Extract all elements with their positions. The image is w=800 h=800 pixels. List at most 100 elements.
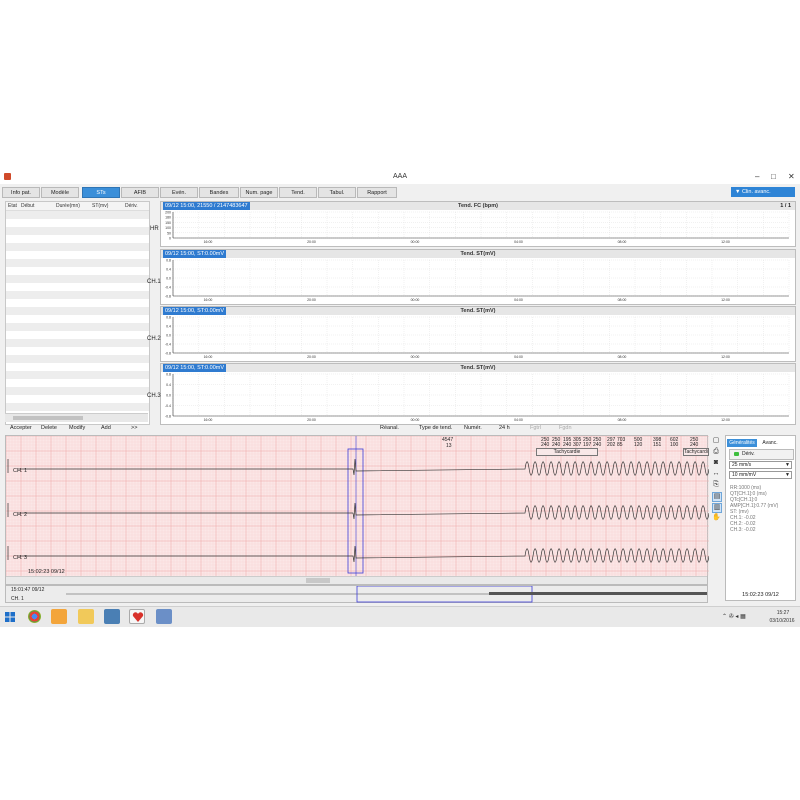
accept-button[interactable]: Accepter [10, 425, 32, 431]
add-button[interactable]: Add [101, 425, 111, 431]
trend-title: Tend. ST(mV) [460, 308, 496, 314]
maximize-button[interactable]: □ [771, 172, 776, 181]
clock-date[interactable]: 03/10/2016 [766, 618, 798, 624]
tab-generalites[interactable]: Généralités [727, 439, 757, 447]
close-button[interactable]: ✕ [788, 172, 795, 181]
trend-type-button[interactable]: Type de tend. [419, 425, 452, 431]
table-row[interactable] [6, 307, 149, 315]
table-row[interactable] [6, 243, 149, 251]
deriv-dot-icon [734, 452, 739, 456]
y-tick-label: 0.0 [166, 394, 171, 398]
table-row[interactable] [6, 251, 149, 259]
tab-num-page[interactable]: Num. page [240, 187, 278, 198]
table-row[interactable] [6, 299, 149, 307]
table-row[interactable] [6, 259, 149, 267]
speed-select[interactable]: 25 mm/s ▼ [729, 461, 792, 469]
deriv-label: Dériv. [742, 451, 755, 457]
modify-button[interactable]: Modify [69, 425, 85, 431]
table-row[interactable] [6, 211, 149, 219]
event-tachycardie-1[interactable]: Tachycardie [536, 448, 598, 456]
table-row[interactable] [6, 355, 149, 363]
table-row[interactable] [6, 227, 149, 235]
tab-tend[interactable]: Tend. [279, 187, 317, 198]
fgtrl-button[interactable]: Fgtrl [530, 425, 541, 431]
table-row[interactable] [6, 323, 149, 331]
tab-sts[interactable]: STs [82, 187, 120, 198]
trend-panel-ch2[interactable]: 09/12 15:00, ST:0.00mV Tend. ST(mV) 0.8 0.4… [160, 306, 796, 362]
hand-icon[interactable]: ✋ [712, 514, 721, 522]
scrollbar-thumb[interactable] [13, 416, 83, 420]
chevron-down-icon: ▼ [785, 462, 790, 468]
table-row[interactable] [6, 291, 149, 299]
ruler-icon[interactable]: ↔ [712, 470, 720, 478]
print-icon[interactable]: ⎙ [712, 448, 720, 456]
table-row[interactable] [6, 275, 149, 283]
table-row[interactable] [6, 283, 149, 291]
event-tachycardie-2[interactable]: Tachycardie [683, 448, 709, 456]
table-row[interactable] [6, 347, 149, 355]
ecg-strip[interactable]: 4547 13 250 240 250 240 195 240 305 307 250 197 25… [5, 435, 709, 585]
ecg-trace-ch1 [7, 458, 709, 476]
numer-button[interactable]: Numér. [464, 425, 482, 431]
tab-info-pat[interactable]: Info pat. [2, 187, 40, 198]
overview-strip[interactable]: 15:01:47 09/12 CH. 1 [5, 585, 708, 603]
windows-start-icon[interactable] [5, 612, 15, 622]
grid-icon[interactable]: ▤ [712, 492, 722, 502]
tab-bandes[interactable]: Bandes [199, 187, 239, 198]
x-tick-label: 12:00 [721, 298, 730, 302]
x-tick-label: 08:00 [618, 418, 627, 422]
y-tick-label: 0.0 [166, 277, 171, 281]
delete-button[interactable]: Delete [41, 425, 57, 431]
select-icon[interactable]: ▢ [712, 437, 720, 445]
table-row[interactable] [6, 379, 149, 387]
table-row[interactable] [6, 339, 149, 347]
tab-tabul[interactable]: Tabul. [318, 187, 356, 198]
trend-panel-ch1[interactable]: 09/12 15:00, ST:0.00mV Tend. ST(mV) 0.8 0.4… [160, 249, 796, 305]
trend-panel-ch3[interactable]: 09/12 15:00, ST:0.00mV Tend. ST(mV) 0.8 0.4… [160, 363, 796, 425]
y-tick-label: -0.8 [165, 295, 171, 299]
tab-rapport[interactable]: Rapport [357, 187, 397, 198]
table-row[interactable] [6, 363, 149, 371]
table-scrollbar[interactable] [5, 413, 148, 422]
table-row[interactable] [6, 331, 149, 339]
more-button[interactable]: >> [131, 425, 137, 431]
table-row[interactable] [6, 267, 149, 275]
ecg-app-icon[interactable] [129, 609, 145, 624]
tray-icons[interactable]: ⌃ ✇ ◂ ▦ [722, 613, 746, 620]
fgdn-button[interactable]: Fgdn [559, 425, 572, 431]
st-event-table[interactable]: Etat Début Durée(mn) ST(mv) Dériv. [5, 201, 150, 425]
reanal-button[interactable]: Réanal. [380, 425, 399, 431]
paint-icon[interactable] [104, 609, 120, 624]
minimize-button[interactable]: – [755, 172, 759, 181]
table-row[interactable] [6, 387, 149, 395]
ecg-hscroll[interactable] [6, 576, 707, 584]
table-row[interactable] [6, 219, 149, 227]
clock-time[interactable]: 15:27 [770, 610, 796, 616]
clin-avanc-button[interactable]: ▼ Clin. avanc. [731, 187, 795, 197]
export-icon[interactable]: ⎘ [712, 481, 720, 489]
col-st: ST(mv) [92, 203, 109, 209]
gain-select[interactable]: 10 mm/mV ▼ [729, 471, 792, 479]
y-tick-label: 180 [165, 216, 171, 220]
trend-panel-hr[interactable]: 09/12 15:00, 21550 / 2147483647 Tend. FC … [160, 201, 796, 247]
outlook-icon[interactable] [51, 609, 67, 624]
ecg-scroll-thumb[interactable] [306, 578, 330, 583]
table-row[interactable] [6, 403, 149, 411]
tab-afib[interactable]: AFIB [121, 187, 159, 198]
tab-avanc[interactable]: Avanc. [758, 439, 782, 447]
y-tick-label: 0.4 [166, 268, 171, 272]
explorer-icon[interactable] [78, 609, 94, 624]
table-row[interactable] [6, 371, 149, 379]
deriv-toggle[interactable]: Dériv. [729, 449, 794, 460]
y-tick-label: 150 [165, 221, 171, 225]
tab-modele[interactable]: Modèle [41, 187, 79, 198]
camera-icon[interactable]: ◙ [712, 459, 720, 467]
tab-even[interactable]: Evén. [160, 187, 198, 198]
layout-icon[interactable]: ▥ [712, 503, 722, 513]
chrome-icon[interactable] [28, 610, 41, 623]
table-row[interactable] [6, 315, 149, 323]
period-24h-button[interactable]: 24 h [499, 425, 510, 431]
table-row[interactable] [6, 235, 149, 243]
table-row[interactable] [6, 395, 149, 403]
program-icon[interactable] [156, 609, 172, 624]
